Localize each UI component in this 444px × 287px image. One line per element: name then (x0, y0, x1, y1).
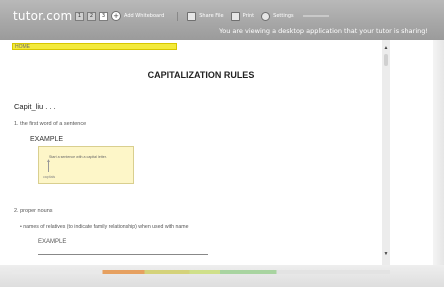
bottom-strip (0, 265, 444, 287)
color-band (12, 270, 390, 274)
rule-item-1: 1. the first word of a sentence (14, 121, 87, 127)
page-2-button[interactable]: 2 (87, 11, 96, 21)
top-bar: tutor.com 1 2 3 + Add Whiteboard Share F… (0, 0, 444, 40)
scroll-up-icon[interactable]: ▲ (382, 44, 390, 52)
print-icon[interactable] (230, 11, 240, 21)
example-box: Start a sentence with a capital letter. … (38, 146, 134, 184)
example-label-1: EXAMPLE (30, 136, 64, 143)
settings-label[interactable]: Settings (273, 13, 294, 19)
rule-item-2: 2. proper nouns (14, 208, 53, 214)
add-whiteboard-label[interactable]: Add Whiteboard (124, 13, 164, 19)
right-edge-strip (433, 40, 444, 287)
screen: tutor.com 1 2 3 + Add Whiteboard Share F… (0, 0, 444, 287)
share-file-label[interactable]: Share File (199, 13, 223, 19)
sharing-notice: You are viewing a desktop application th… (219, 27, 428, 35)
document-header-bar: HOME (12, 43, 177, 50)
shared-document[interactable]: HOME CAPITALIZATION RULES Capit_liu . . … (12, 40, 390, 265)
brand-logo: tutor.com (13, 9, 73, 23)
toolbar: 1 2 3 + Add Whiteboard Share File Print … (75, 11, 329, 21)
document-title: CAPITALIZATION RULES (147, 70, 255, 80)
share-file-icon[interactable] (187, 11, 197, 21)
page-1-button[interactable]: 1 (75, 11, 84, 21)
page-3-button[interactable]: 3 (99, 11, 108, 21)
capit-heading: Capit_liu . . . (14, 102, 56, 111)
scroll-thumb[interactable] (384, 54, 388, 66)
example-note: capitals (43, 175, 56, 179)
example-label-2: EXAMPLE (38, 239, 67, 245)
settings-icon[interactable] (261, 11, 271, 21)
add-whiteboard-icon[interactable]: + (111, 11, 121, 21)
rule-bullet-1: • names of relatives (to indicate family… (20, 224, 189, 230)
example-sentence: Start a sentence with a capital letter. (49, 155, 107, 159)
print-label[interactable]: Print (243, 13, 255, 19)
scroll-down-icon[interactable]: ▼ (382, 250, 390, 258)
arrow-line (48, 160, 49, 172)
settings-slider[interactable] (302, 15, 329, 17)
vertical-scrollbar[interactable]: ▲ ▼ (382, 40, 390, 265)
toolbar-separator (177, 11, 179, 21)
divider-line (38, 254, 208, 255)
